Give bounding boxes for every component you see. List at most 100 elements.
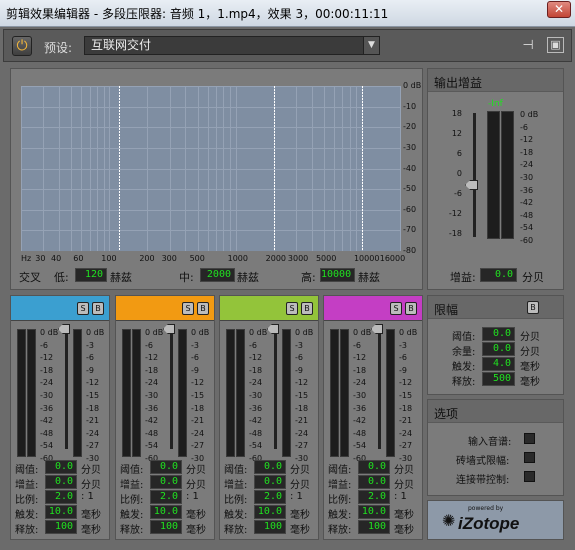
output-meter-scale-label: -54	[520, 223, 534, 233]
band-threshold-fader-handle[interactable]	[163, 324, 175, 334]
band-gain-reduction-meter	[282, 329, 291, 457]
band-ratio-input[interactable]: 2.0	[254, 490, 286, 504]
crossover-high-input[interactable]: 10000	[320, 268, 355, 282]
band-ratio-input[interactable]: 2.0	[150, 490, 182, 504]
band-release-unit: 毫秒	[81, 525, 101, 536]
band-header: SB	[324, 296, 422, 321]
band-bypass-button[interactable]: B	[301, 302, 313, 315]
band-threshold-fader-track[interactable]	[170, 329, 173, 449]
band-attack-input[interactable]: 10.0	[254, 505, 286, 519]
band-gr-scale-label: -18	[295, 403, 309, 413]
band-threshold-fader-track[interactable]	[274, 329, 277, 449]
chevron-down-icon[interactable]: ▼	[363, 37, 379, 54]
band-input-scale-label: -36	[353, 403, 367, 413]
graph-freq-label: 1000	[227, 254, 248, 263]
limiter-attack-label: 触发:	[452, 362, 476, 373]
band-input-scale-label: -36	[145, 403, 159, 413]
input-spectrum-checkbox[interactable]	[524, 433, 535, 444]
band-attack-input[interactable]: 10.0	[150, 505, 182, 519]
band-threshold-fader-handle[interactable]	[58, 324, 70, 334]
band-gr-scale-label: -21	[399, 416, 413, 426]
band-solo-button[interactable]: S	[182, 302, 194, 315]
hide-panel-icon[interactable]: ▣	[547, 37, 564, 53]
band-attack-input[interactable]: 10.0	[45, 505, 77, 519]
band-release-label: 释放:	[224, 525, 248, 536]
limiter-bypass-button[interactable]: B	[527, 301, 539, 314]
band-input-scale-label: -42	[145, 416, 159, 426]
band-input-scale-label: -12	[249, 353, 263, 363]
power-toggle-button[interactable]: ⏻	[12, 36, 32, 56]
routing-icon[interactable]: ⊣	[519, 38, 537, 54]
band-ratio-label: 比例:	[328, 495, 352, 506]
band-attack-input[interactable]: 10.0	[358, 505, 390, 519]
band-input-scale-label: -6	[353, 340, 361, 350]
band-gain-input[interactable]: 0.0	[254, 475, 286, 489]
band-gr-scale-label: -21	[295, 416, 309, 426]
link-band-checkbox[interactable]	[524, 471, 535, 482]
band-solo-button[interactable]: S	[390, 302, 402, 315]
band-bypass-button[interactable]: B	[197, 302, 209, 315]
link-band-label: 连接带控制:	[456, 475, 510, 486]
crossover-low-input[interactable]: 120	[75, 268, 107, 282]
band-solo-button[interactable]: S	[77, 302, 89, 315]
band-input-scale-label: -24	[145, 378, 159, 388]
output-gain-input[interactable]: 0.0	[480, 268, 517, 282]
band-input-scale-label: 0 dB	[145, 328, 164, 337]
band-gain-unit: 分贝	[290, 480, 310, 491]
band-gain-input[interactable]: 0.0	[150, 475, 182, 489]
band-input-scale-label: -24	[40, 378, 54, 388]
close-window-button[interactable]: ✕	[547, 1, 571, 18]
band-input-meter-left	[330, 329, 339, 457]
limiter-release-unit: 毫秒	[520, 377, 540, 388]
band-threshold-fader-handle[interactable]	[267, 324, 279, 334]
crossover-mid-input[interactable]: 2000	[200, 268, 235, 282]
graph-freq-label: 500	[189, 254, 205, 263]
band-attack-label: 触发:	[224, 510, 248, 521]
band-release-input[interactable]: 100	[45, 520, 77, 534]
output-gain-unit: 分贝	[522, 271, 544, 284]
output-gain-fader-track[interactable]	[473, 113, 476, 237]
band-bypass-button[interactable]: B	[92, 302, 104, 315]
band-gain-label: 增益:	[15, 480, 39, 491]
limiter-title: 限幅	[428, 296, 563, 319]
band-threshold-input[interactable]: 0.0	[358, 460, 390, 474]
band-bypass-button[interactable]: B	[405, 302, 417, 315]
limiter-release-input[interactable]: 500	[482, 372, 515, 386]
band-release-input[interactable]: 100	[150, 520, 182, 534]
band-threshold-input[interactable]: 0.0	[254, 460, 286, 474]
output-fader-scale-label: 0	[456, 169, 462, 178]
limiter-margin-unit: 分贝	[520, 347, 540, 358]
band-gr-scale-label: -27	[295, 441, 309, 451]
band-threshold-fader-track[interactable]	[65, 329, 68, 449]
band-4-panel: SB0 dB -6 -12 -18 -24 -30 -36 -42 -48 -54 -60 0 dB -…	[323, 295, 423, 540]
limiter-attack-input[interactable]: 4.0	[482, 357, 515, 371]
brickwall-label: 砖墙式限幅:	[456, 456, 510, 467]
limiter-margin-input[interactable]: 0.0	[482, 342, 515, 356]
band-gain-input[interactable]: 0.0	[45, 475, 77, 489]
band-gr-scale-label: -3	[295, 340, 303, 350]
output-fader-scale-label: -18	[448, 229, 462, 238]
band-ratio-input[interactable]: 2.0	[45, 490, 77, 504]
output-gain-fader-handle[interactable]	[465, 180, 478, 190]
band-threshold-fader-track[interactable]	[378, 329, 381, 449]
options-panel: 选项 输入音谱: 砖墙式限幅: 连接带控制:	[427, 399, 564, 496]
window-titlebar[interactable]: 剪辑效果编辑器 - 多段压限器: 音频 1，1.mp4，效果 3，00:00:1…	[0, 0, 575, 27]
spectrum-graph[interactable]	[21, 86, 408, 251]
band-threshold-input[interactable]: 0.0	[45, 460, 77, 474]
band-solo-button[interactable]: S	[286, 302, 298, 315]
band-gain-unit: 分贝	[81, 480, 101, 491]
preset-dropdown[interactable]: 互联网交付 ▼	[84, 36, 380, 55]
brickwall-checkbox[interactable]	[524, 452, 535, 463]
band-ratio-input[interactable]: 2.0	[358, 490, 390, 504]
band-gain-input[interactable]: 0.0	[358, 475, 390, 489]
limiter-threshold-input[interactable]: 0.0	[482, 327, 515, 341]
band-release-input[interactable]: 100	[254, 520, 286, 534]
band-threshold-fader-handle[interactable]	[371, 324, 383, 334]
band-input-meter-right	[132, 329, 141, 457]
band-input-scale-label: -48	[353, 428, 367, 438]
band-release-input[interactable]: 100	[358, 520, 390, 534]
band-threshold-input[interactable]: 0.0	[150, 460, 182, 474]
band-input-scale-label: -54	[145, 441, 159, 451]
output-gain-label: 增益:	[450, 271, 476, 284]
band-input-meter-right	[340, 329, 349, 457]
